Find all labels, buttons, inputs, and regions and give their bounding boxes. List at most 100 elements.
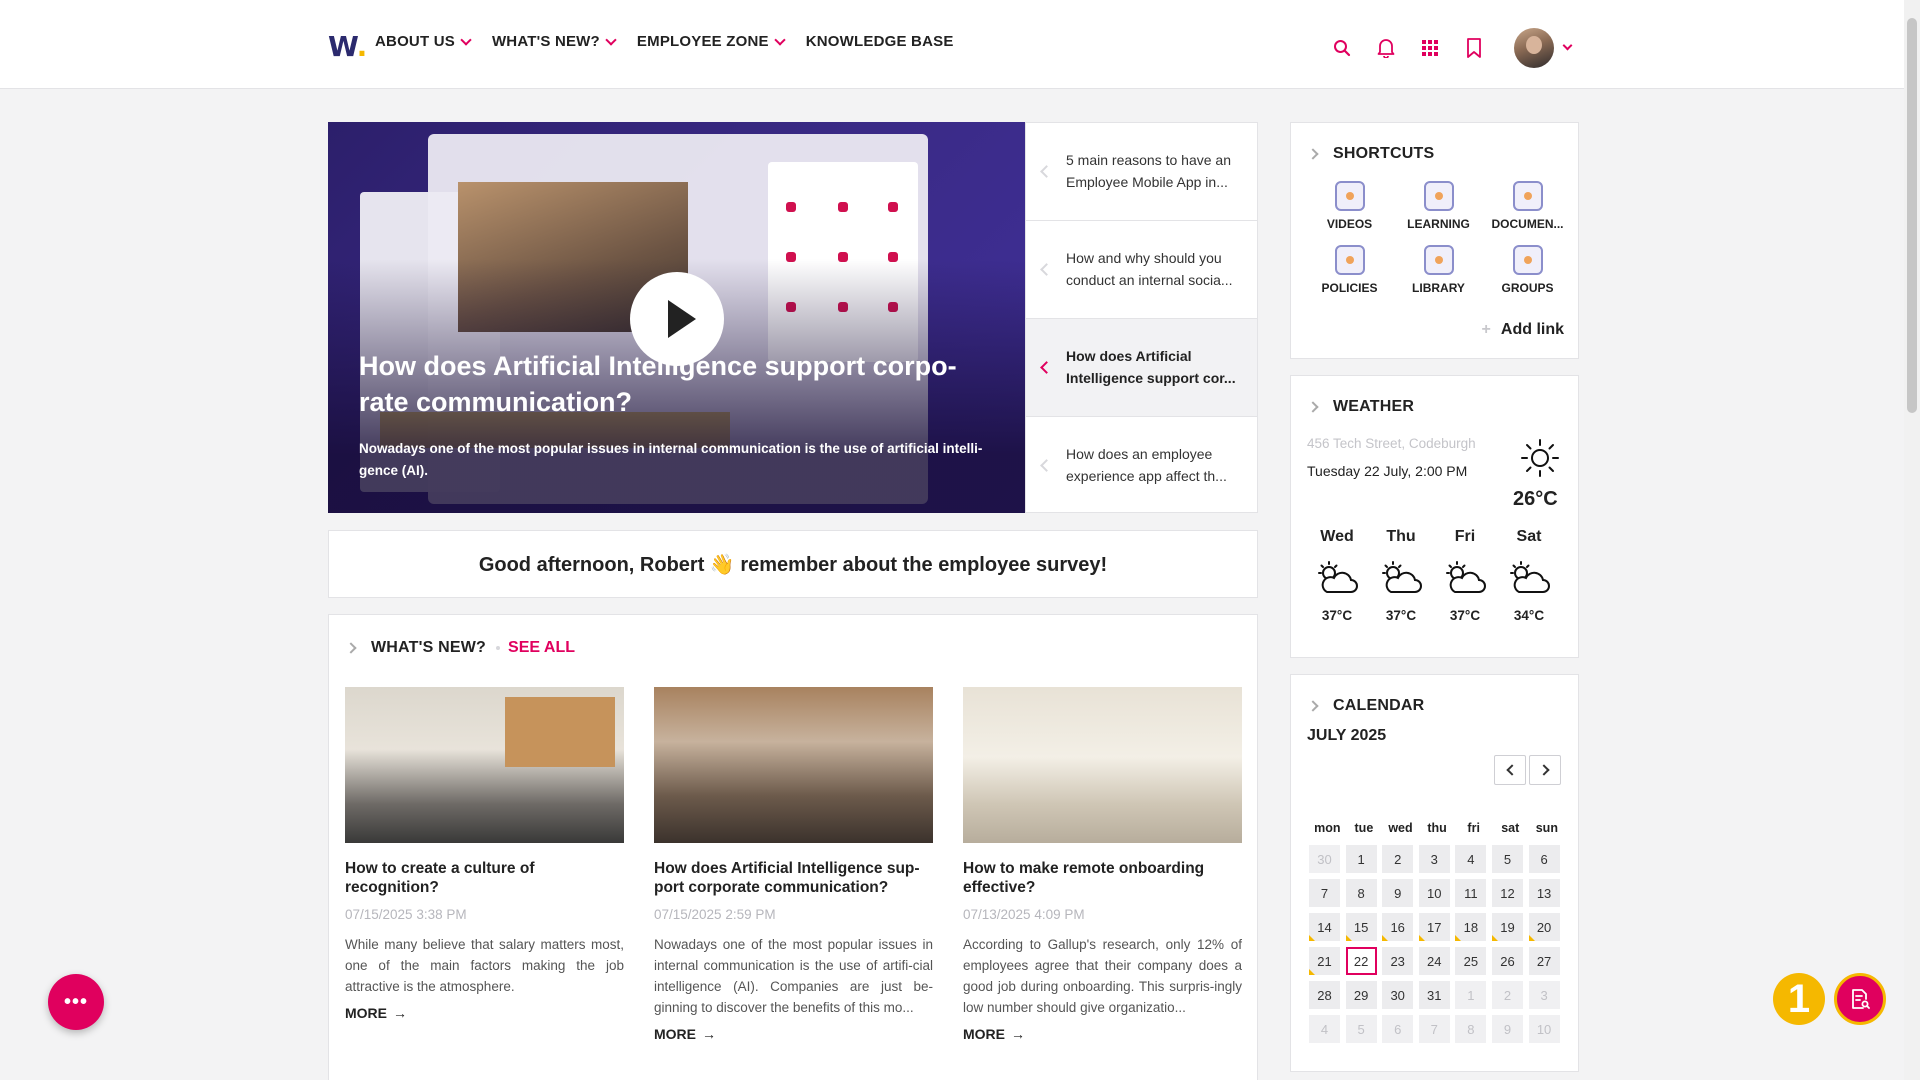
calendar-prev-button[interactable] [1494,755,1526,785]
calendar-day[interactable]: 3 [1528,981,1560,1009]
scrollbar-thumb[interactable] [1907,18,1917,413]
calendar-day[interactable]: 10 [1418,879,1450,907]
calendar-day[interactable]: 9 [1382,879,1414,907]
bookmark-icon[interactable] [1452,33,1496,63]
shortcut-videos[interactable]: VIDEOS [1305,181,1394,231]
calendar-day[interactable]: 1 [1345,845,1377,873]
shortcut-policies[interactable]: POLICIES [1305,245,1394,295]
calendar-day[interactable]: 6 [1528,845,1560,873]
calendar-day[interactable]: 28 [1309,981,1340,1009]
calendar-day[interactable]: 27 [1528,947,1560,975]
news-card-image[interactable] [345,687,624,843]
news-card-title[interactable]: How to create a culture of recognition? [345,859,624,897]
featured-list-item-active[interactable]: How does Artificial Intelligence support… [1026,319,1257,417]
calendar-day[interactable]: 14 [1309,913,1340,941]
calendar-day[interactable]: 7 [1309,879,1340,907]
featured-list-item[interactable]: How does an employee experience app affe… [1026,417,1257,515]
shortcut-groups[interactable]: GROUPS [1483,245,1572,295]
featured-video[interactable]: How does Artificial Intelligence support… [328,122,1025,513]
calendar-day[interactable]: 29 [1345,981,1377,1009]
calendar-day[interactable]: 2 [1491,981,1523,1009]
calendar-day[interactable]: 5 [1491,845,1523,873]
calendar-day[interactable]: 15 [1345,913,1377,941]
calendar-day[interactable]: 5 [1345,1015,1377,1043]
sun-icon [1520,438,1560,483]
chevron-right-icon[interactable] [1307,401,1319,413]
featured-list-item[interactable]: How and why should you conduct an intern… [1026,221,1257,319]
news-card[interactable]: How to create a culture of recognition? … [345,687,624,1042]
calendar-day[interactable]: 19 [1491,913,1523,941]
calendar-day[interactable]: 3 [1418,845,1450,873]
calendar-day[interactable]: 30 [1382,981,1414,1009]
calendar-day[interactable]: 12 [1491,879,1523,907]
calendar-day[interactable]: 31 [1418,981,1450,1009]
chevron-down-icon[interactable] [1562,40,1573,50]
calendar-day-today[interactable]: 22 [1345,947,1377,975]
calendar-day[interactable]: 7 [1418,1015,1450,1043]
forecast-temperature: 37°C [1449,608,1481,623]
calendar-day[interactable]: 16 [1382,913,1414,941]
featured-list-item-text: How does an employee experience app affe… [1066,446,1227,484]
see-all-link[interactable]: SEE ALL [508,639,575,657]
nav-about-us[interactable]: ABOUT US [375,33,472,50]
forecast-day: Thu 37°C [1369,528,1433,623]
news-card-image[interactable] [654,687,933,843]
more-link[interactable]: MORE → [654,1026,933,1042]
calendar-next-button[interactable] [1529,755,1561,785]
calendar-day[interactable]: 1 [1455,981,1487,1009]
search-icon[interactable] [1320,33,1364,63]
more-link[interactable]: MORE → [345,1005,624,1021]
calendar-weekday: mon [1314,821,1341,835]
calendar-day[interactable]: 10 [1528,1015,1560,1043]
shortcut-library[interactable]: LIBRARY [1394,245,1483,295]
page-scrollbar[interactable] [1904,0,1920,1080]
nav-knowledge-base[interactable]: KNOWLEDGE BASE [806,33,954,50]
calendar-day[interactable]: 18 [1455,913,1487,941]
calendar-day[interactable]: 23 [1382,947,1414,975]
calendar-day[interactable]: 13 [1528,879,1560,907]
company-logo[interactable]: W. [328,30,367,63]
featured-list-item[interactable]: 5 main reasons to have an Employee Mobil… [1026,123,1257,221]
shortcuts-grid: VIDEOS LEARNING DOCUMEN... POLICIES LIBR… [1305,181,1572,295]
chevron-right-icon[interactable] [345,642,357,654]
assistant-button[interactable] [1834,973,1886,1025]
calendar-day[interactable]: 26 [1491,947,1523,975]
calendar-day[interactable]: 25 [1455,947,1487,975]
greeting-banner[interactable]: Good afternoon, Robert 👋 remember about … [328,530,1258,598]
calendar-day[interactable]: 24 [1418,947,1450,975]
apps-grid-icon[interactable] [1408,33,1452,63]
calendar-day[interactable]: 20 [1528,913,1560,941]
calendar-day[interactable]: 9 [1491,1015,1523,1043]
news-card-title[interactable]: How to make remote onboarding effective? [963,859,1242,897]
calendar-day[interactable]: 30 [1309,845,1340,873]
add-link-button[interactable]: + Add link [1482,321,1564,339]
news-card-title[interactable]: How does Artificial Intelligence sup-por… [654,859,933,897]
calendar-day[interactable]: 2 [1382,845,1414,873]
news-card-description: According to Gallup's research, only 12%… [963,937,1242,1015]
calendar-day[interactable]: 21 [1309,947,1340,975]
chevron-right-icon[interactable] [1307,148,1319,160]
nav-employee-zone[interactable]: EMPLOYEE ZONE [637,33,786,50]
calendar-day[interactable]: 8 [1345,879,1377,907]
nav-whats-new[interactable]: WHAT'S NEW? [492,33,617,50]
section-title: WHAT'S NEW? [371,639,487,656]
news-card[interactable]: How does Artificial Intelligence sup-por… [654,687,933,1042]
calendar-day[interactable]: 8 [1455,1015,1487,1043]
bell-icon[interactable] [1364,33,1408,63]
calendar-day[interactable]: 17 [1418,913,1450,941]
calendar-day[interactable]: 11 [1455,879,1487,907]
documents-icon [1512,181,1543,211]
news-card-image[interactable] [963,687,1242,843]
shortcut-documents[interactable]: DOCUMEN... [1483,181,1572,231]
calendar-day[interactable]: 4 [1309,1015,1340,1043]
user-avatar[interactable] [1514,28,1554,68]
notification-count-badge[interactable]: 1 [1773,973,1825,1025]
calendar-day[interactable]: 6 [1382,1015,1414,1043]
hero-title[interactable]: How does Artificial Intelligence support… [359,348,999,420]
chevron-right-icon[interactable] [1307,700,1319,712]
calendar-day[interactable]: 4 [1455,845,1487,873]
chat-menu-button[interactable]: ••• [48,974,104,1030]
news-card[interactable]: How to make remote onboarding effective?… [963,687,1242,1042]
shortcut-learning[interactable]: LEARNING [1394,181,1483,231]
more-link[interactable]: MORE → [963,1026,1242,1042]
